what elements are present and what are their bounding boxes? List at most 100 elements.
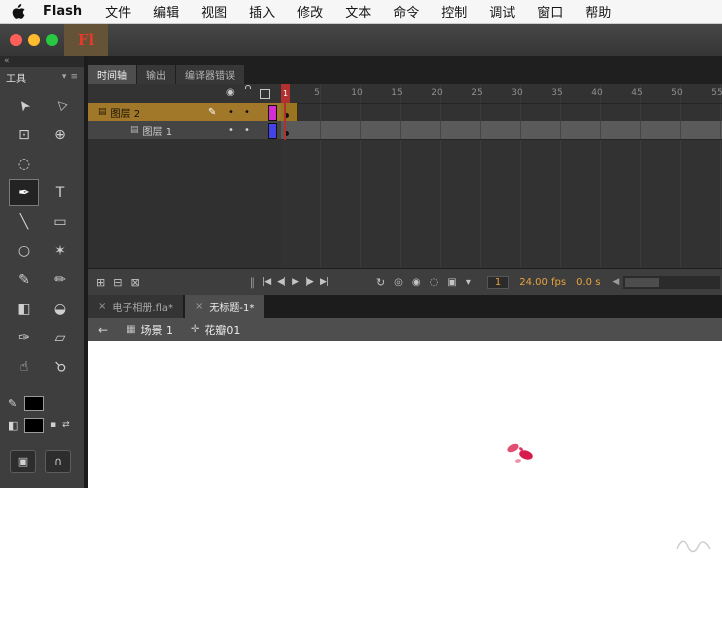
- menu-window[interactable]: 窗口: [526, 2, 574, 21]
- show-hide-layers-icon[interactable]: ◉: [226, 87, 235, 98]
- selection-tool[interactable]: ➤: [4, 85, 43, 125]
- layer-lock-dot[interactable]: •: [244, 107, 250, 118]
- new-layer-button[interactable]: ⊞: [96, 276, 105, 289]
- frames-grid[interactable]: 5 10 15 20 25 30 35 40 45 50 55 1: [281, 84, 722, 268]
- delete-layer-button[interactable]: ⊠: [130, 276, 139, 289]
- menu-commands[interactable]: 命令: [382, 2, 430, 21]
- zoom-tool[interactable]: ⚲: [40, 346, 80, 386]
- document-tab-album[interactable]: × 电子相册.fla*: [88, 295, 183, 318]
- menu-insert[interactable]: 插入: [238, 2, 286, 21]
- close-icon[interactable]: ×: [98, 301, 106, 312]
- rectangle-tool[interactable]: ▭: [45, 208, 75, 235]
- swap-colors-icon[interactable]: ⇄: [62, 420, 70, 430]
- chevron-down-icon[interactable]: ▾: [62, 72, 67, 82]
- close-icon[interactable]: ×: [195, 301, 203, 312]
- breadcrumb-symbol[interactable]: 花瓣01: [204, 322, 240, 338]
- default-colors-icon[interactable]: ▪: [50, 420, 56, 430]
- eyedropper-tool[interactable]: ✑: [9, 324, 39, 351]
- go-to-last-frame-button[interactable]: ▶|: [320, 277, 329, 287]
- back-button[interactable]: ←: [98, 323, 108, 337]
- frame-rate-field[interactable]: 24.00 fps: [519, 277, 566, 288]
- playhead-marker[interactable]: 1: [281, 84, 290, 103]
- menu-text[interactable]: 文本: [334, 2, 382, 21]
- polystar-tool[interactable]: ✶: [45, 237, 75, 264]
- pencil-tool[interactable]: ✎: [9, 266, 39, 293]
- lasso-tool[interactable]: ◌: [9, 150, 39, 177]
- collapse-panel-button[interactable]: «: [0, 56, 84, 67]
- panel-menu-icon[interactable]: ≡: [70, 72, 78, 82]
- hand-tool[interactable]: ☝: [9, 353, 39, 380]
- frame-ruler[interactable]: 5 10 15 20 25 30 35 40 45 50 55 1: [281, 84, 722, 104]
- layer1-frame-span[interactable]: [281, 121, 722, 139]
- timeline-scrollbar[interactable]: [623, 275, 720, 289]
- subselection-tool[interactable]: ▷: [40, 85, 80, 125]
- layer-outline-color-chip[interactable]: [268, 123, 277, 139]
- menu-view[interactable]: 视图: [190, 2, 238, 21]
- menu-app-name[interactable]: Flash: [37, 4, 88, 19]
- object-drawing-button[interactable]: ▣: [10, 450, 36, 473]
- modify-markers-button[interactable]: ▾: [466, 277, 471, 288]
- outline-layers-icon[interactable]: [260, 89, 270, 99]
- stroke-artwork[interactable]: [674, 536, 714, 556]
- layer2-frames-row[interactable]: [281, 103, 722, 122]
- layer-name[interactable]: 图层 2: [111, 105, 141, 120]
- timeline-divider-handle[interactable]: ∥: [250, 276, 256, 289]
- fill-color-row: ◧ ▪ ⇄: [8, 416, 84, 434]
- free-transform-tool[interactable]: ⊡: [9, 121, 39, 148]
- oval-tool[interactable]: ○: [9, 237, 39, 264]
- pen-tool[interactable]: ✒: [9, 179, 39, 206]
- center-frame-button[interactable]: ◎: [394, 277, 403, 288]
- stage-canvas[interactable]: [88, 341, 722, 635]
- menu-edit[interactable]: 编辑: [142, 2, 190, 21]
- tab-compiler-errors[interactable]: 编译器错误: [176, 65, 244, 84]
- play-button[interactable]: ▶: [292, 277, 299, 287]
- edit-multiple-frames-button[interactable]: ▣: [447, 277, 456, 288]
- loop-button[interactable]: ↻: [376, 276, 385, 289]
- layer-name[interactable]: 图层 1: [143, 123, 173, 138]
- stroke-color-swatch[interactable]: [24, 395, 44, 411]
- line-tool[interactable]: ╲: [9, 208, 39, 235]
- timeline-tab-bar: 时间轴 输出 编译器错误: [88, 56, 722, 84]
- onion-skin-button[interactable]: ◉: [412, 277, 421, 288]
- document-tab-label[interactable]: 无标题-1*: [209, 299, 254, 314]
- playhead-line[interactable]: [284, 103, 286, 140]
- brush-tool[interactable]: ✏: [45, 266, 75, 293]
- layer-row-layer2[interactable]: ▤ 图层 2 ✎ • •: [88, 103, 281, 121]
- go-to-first-frame-button[interactable]: |◀: [262, 277, 271, 287]
- document-tab-label[interactable]: 电子相册.fla*: [112, 299, 173, 314]
- menu-file[interactable]: 文件: [94, 2, 142, 21]
- scroll-left-arrow[interactable]: ◀: [612, 277, 619, 287]
- onion-skin-outlines-button[interactable]: ◌: [430, 277, 439, 288]
- ink-bottle-tool[interactable]: ◒: [45, 295, 75, 322]
- document-tab-untitled[interactable]: × 无标题-1*: [185, 295, 265, 318]
- minimize-window-button[interactable]: [28, 34, 40, 46]
- fill-color-swatch[interactable]: [24, 417, 44, 433]
- step-forward-button[interactable]: |▶: [305, 277, 314, 287]
- apple-menu-icon[interactable]: [12, 4, 25, 19]
- current-frame-field[interactable]: 1: [486, 275, 510, 289]
- layer-outline-color-chip[interactable]: [268, 105, 277, 121]
- menu-modify[interactable]: 修改: [286, 2, 334, 21]
- layer-row-layer1[interactable]: ▤ 图层 1 • •: [88, 121, 281, 139]
- close-window-button[interactable]: [10, 34, 22, 46]
- layer1-frames-row[interactable]: [281, 121, 722, 140]
- step-back-button[interactable]: ◀|: [277, 277, 286, 287]
- menu-debug[interactable]: 调试: [478, 2, 526, 21]
- macos-menubar: Flash 文件 编辑 视图 插入 修改 文本 命令 控制 调试 窗口 帮助: [0, 0, 722, 24]
- breadcrumb-scene[interactable]: 场景 1: [141, 322, 174, 338]
- layer-visibility-dot[interactable]: •: [228, 125, 234, 136]
- zoom-window-button[interactable]: [46, 34, 58, 46]
- petal-artwork[interactable]: [500, 438, 544, 470]
- text-tool[interactable]: T: [45, 179, 75, 206]
- menu-help[interactable]: 帮助: [574, 2, 622, 21]
- layer-type-icon: ▤: [98, 107, 107, 117]
- new-folder-button[interactable]: ⊟: [113, 276, 122, 289]
- layer-lock-dot[interactable]: •: [244, 125, 250, 136]
- snap-to-objects-button[interactable]: ∩: [45, 450, 71, 473]
- layer-visibility-dot[interactable]: •: [228, 107, 234, 118]
- paint-bucket-tool[interactable]: ◧: [9, 295, 39, 322]
- scrollbar-thumb[interactable]: [625, 277, 660, 287]
- menu-control[interactable]: 控制: [430, 2, 478, 21]
- tab-output[interactable]: 输出: [137, 65, 175, 84]
- tab-timeline[interactable]: 时间轴: [88, 65, 136, 84]
